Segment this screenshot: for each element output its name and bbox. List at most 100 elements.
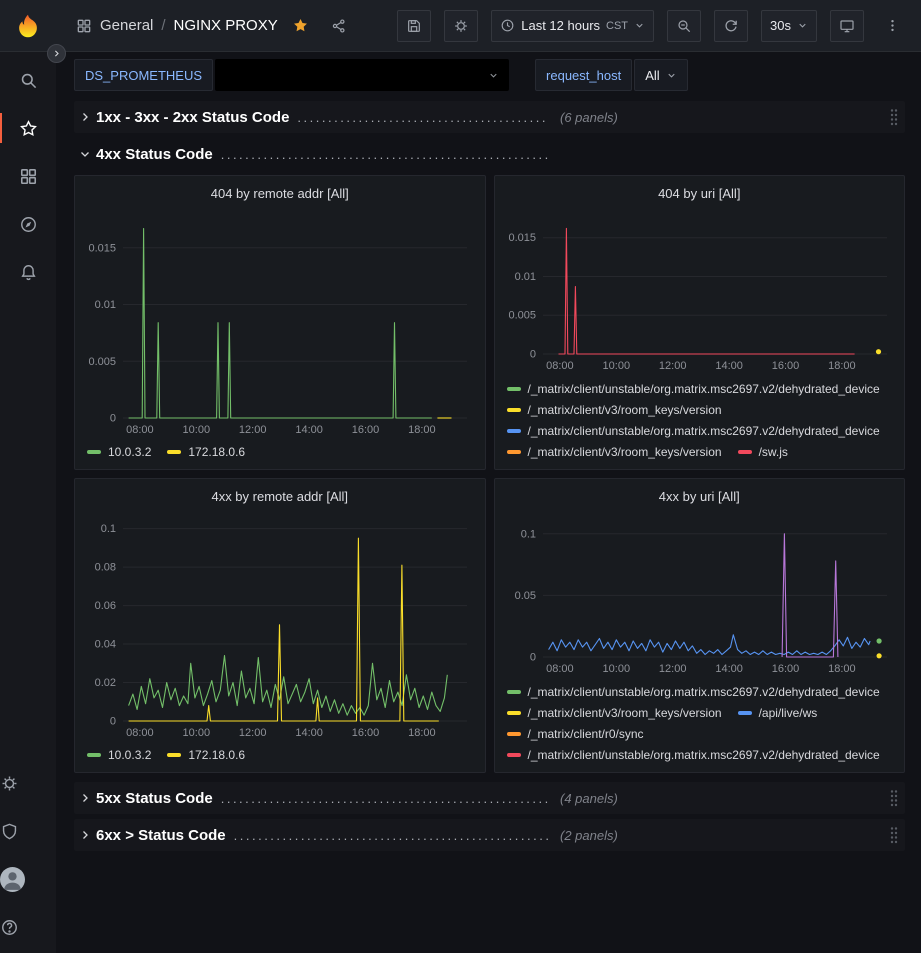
legend-item[interactable]: /_matrix/client/unstable/org.matrix.msc2… xyxy=(507,744,880,763)
row-title: 1xx - 3xx - 2xx Status Code xyxy=(96,109,289,126)
dashboard-body: 1xx - 3xx - 2xx Status Code.............… xyxy=(56,97,921,856)
chart-404-by-remote-addr[interactable]: 00.0050.010.01508:0010:0012:0014:0016:00… xyxy=(83,206,477,438)
dashboard-settings-button[interactable] xyxy=(444,10,478,42)
legend-item[interactable]: 10.0.3.2 xyxy=(87,441,151,462)
save-dashboard-button[interactable] xyxy=(397,10,431,42)
svg-text:18:00: 18:00 xyxy=(828,663,856,675)
legend-label: /_matrix/client/v3/room_keys/version xyxy=(528,706,722,720)
legend-swatch xyxy=(87,753,101,757)
sidebar-bottom-group xyxy=(0,759,56,951)
legend-swatch xyxy=(507,408,521,412)
bell-icon xyxy=(19,263,38,282)
expand-sidebar-button[interactable] xyxy=(47,44,66,63)
sidebar-item-help[interactable] xyxy=(0,903,19,951)
svg-text:16:00: 16:00 xyxy=(771,360,799,372)
top-navbar: General / NGINX PROXY Last 12 hours CST xyxy=(0,0,921,52)
svg-text:0: 0 xyxy=(529,349,535,361)
svg-text:0.015: 0.015 xyxy=(508,232,536,244)
chart-404-by-uri[interactable]: 00.0050.010.01508:0010:0012:0014:0016:00… xyxy=(503,206,897,374)
time-range-picker[interactable]: Last 12 hours CST xyxy=(491,10,654,42)
grafana-logo[interactable] xyxy=(0,13,56,39)
row-header-6xx[interactable]: 6xx > Status Code.......................… xyxy=(74,819,905,851)
favorite-star-button[interactable] xyxy=(286,11,316,41)
gear-icon xyxy=(0,774,19,793)
panel-404-by-remote-addr: 404 by remote addr [All] 00.0050.010.015… xyxy=(74,175,486,470)
legend-label: /_matrix/client/v3/room_keys/version xyxy=(528,445,722,459)
share-icon xyxy=(331,18,347,34)
legend-label: /sw.js xyxy=(759,445,788,459)
breadcrumb: General / NGINX PROXY xyxy=(76,11,354,41)
row-header-5xx[interactable]: 5xx Status Code.........................… xyxy=(74,782,905,814)
svg-text:10:00: 10:00 xyxy=(183,727,211,739)
share-dashboard-button[interactable] xyxy=(324,11,354,41)
svg-text:16:00: 16:00 xyxy=(352,424,380,436)
sidebar-item-dashboards[interactable] xyxy=(0,152,56,200)
sidebar-item-search[interactable] xyxy=(0,56,56,104)
panel-title[interactable]: 4xx by uri [All] xyxy=(503,483,897,509)
dashboard-main: DS_PROMETHEUS request_host All 1xx - 3xx… xyxy=(56,52,921,953)
svg-text:12:00: 12:00 xyxy=(239,727,267,739)
legend-item[interactable]: /_matrix/client/v3/room_keys/version xyxy=(507,399,722,420)
chart-legend: 10.0.3.2 172.18.0.6 xyxy=(83,441,477,463)
panel-title[interactable]: 404 by uri [All] xyxy=(503,180,897,206)
legend-item[interactable]: /_matrix/client/v3/room_keys/version xyxy=(507,441,722,460)
svg-text:14:00: 14:00 xyxy=(715,360,743,372)
sidebar-item-alerting[interactable] xyxy=(0,248,56,296)
refresh-interval-dropdown[interactable]: 30s xyxy=(761,10,817,42)
legend-item[interactable]: 172.18.0.6 xyxy=(167,441,245,462)
legend-item[interactable]: 172.18.0.6 xyxy=(167,744,245,765)
sidebar-item-explore[interactable] xyxy=(0,200,56,248)
sidebar-item-profile[interactable] xyxy=(0,855,25,903)
legend-swatch xyxy=(507,732,521,736)
chart-4xx-by-remote-addr[interactable]: 00.020.040.060.080.108:0010:0012:0014:00… xyxy=(83,509,477,741)
panel-title[interactable]: 404 by remote addr [All] xyxy=(83,180,477,206)
legend-item[interactable]: /_matrix/client/unstable/org.matrix.msc2… xyxy=(507,378,880,399)
legend-item[interactable]: /_matrix/client/unstable/org.matrix.msc2… xyxy=(507,681,880,702)
svg-text:08:00: 08:00 xyxy=(546,360,574,372)
panel-title[interactable]: 4xx by remote addr [All] xyxy=(83,483,477,509)
tv-mode-button[interactable] xyxy=(830,10,864,42)
clock-icon xyxy=(500,18,515,33)
zoom-out-time-button[interactable] xyxy=(667,10,701,42)
row-leader-dots: ........................................… xyxy=(221,791,548,806)
sidebar-item-starred[interactable] xyxy=(0,104,56,152)
legend-swatch xyxy=(507,450,521,454)
row-panel-count: (6 panels) xyxy=(560,110,618,125)
row-drag-handle[interactable] xyxy=(889,826,899,847)
legend-item[interactable]: /_matrix/client/v3/room_keys/version xyxy=(507,702,722,723)
chart-legend: 10.0.3.2 172.18.0.6 xyxy=(83,744,477,766)
row-title: 4xx Status Code xyxy=(96,146,213,163)
variable-value-request-host[interactable]: All xyxy=(634,59,687,91)
row-drag-handle[interactable] xyxy=(889,108,899,129)
row-header-4xx[interactable]: 4xx Status Code.........................… xyxy=(74,138,905,170)
shield-icon xyxy=(0,822,19,841)
chart-4xx-by-uri[interactable]: 00.050.108:0010:0012:0014:0016:0018:00 xyxy=(503,509,897,677)
legend-item[interactable]: /api/live/ws xyxy=(738,702,818,723)
svg-text:0.005: 0.005 xyxy=(508,310,536,322)
legend-item[interactable]: /_matrix/client/r0/sync xyxy=(507,723,644,744)
more-options-kebab-button[interactable] xyxy=(877,11,907,41)
legend-item[interactable]: /sw.js xyxy=(738,441,788,460)
row-leader-dots: ........................................… xyxy=(234,828,548,843)
svg-text:0: 0 xyxy=(110,716,116,728)
legend-label: /_matrix/client/unstable/org.matrix.msc2… xyxy=(528,748,880,762)
svg-text:0.01: 0.01 xyxy=(514,271,535,283)
row-header-1xx-3xx-2xx[interactable]: 1xx - 3xx - 2xx Status Code.............… xyxy=(74,101,905,133)
sidebar-item-configuration[interactable] xyxy=(0,759,19,807)
breadcrumb-section[interactable]: General xyxy=(100,17,153,34)
legend-item[interactable]: 10.0.3.2 xyxy=(87,744,151,765)
legend-swatch xyxy=(87,450,101,454)
timezone-badge: CST xyxy=(606,20,628,32)
svg-text:0.005: 0.005 xyxy=(88,356,116,368)
sidebar-item-server-admin[interactable] xyxy=(0,807,19,855)
refresh-dashboard-button[interactable] xyxy=(714,10,748,42)
breadcrumb-dashboard-title[interactable]: NGINX PROXY xyxy=(174,17,278,34)
row-drag-handle[interactable] xyxy=(889,789,899,810)
legend-swatch xyxy=(738,450,752,454)
variable-label-ds-prometheus[interactable]: DS_PROMETHEUS xyxy=(74,59,213,91)
variable-label-request-host[interactable]: request_host xyxy=(535,59,632,91)
variable-value-ds-prometheus[interactable] xyxy=(215,59,509,91)
svg-text:12:00: 12:00 xyxy=(658,360,686,372)
legend-swatch xyxy=(507,711,521,715)
legend-item[interactable]: /_matrix/client/unstable/org.matrix.msc2… xyxy=(507,420,880,441)
